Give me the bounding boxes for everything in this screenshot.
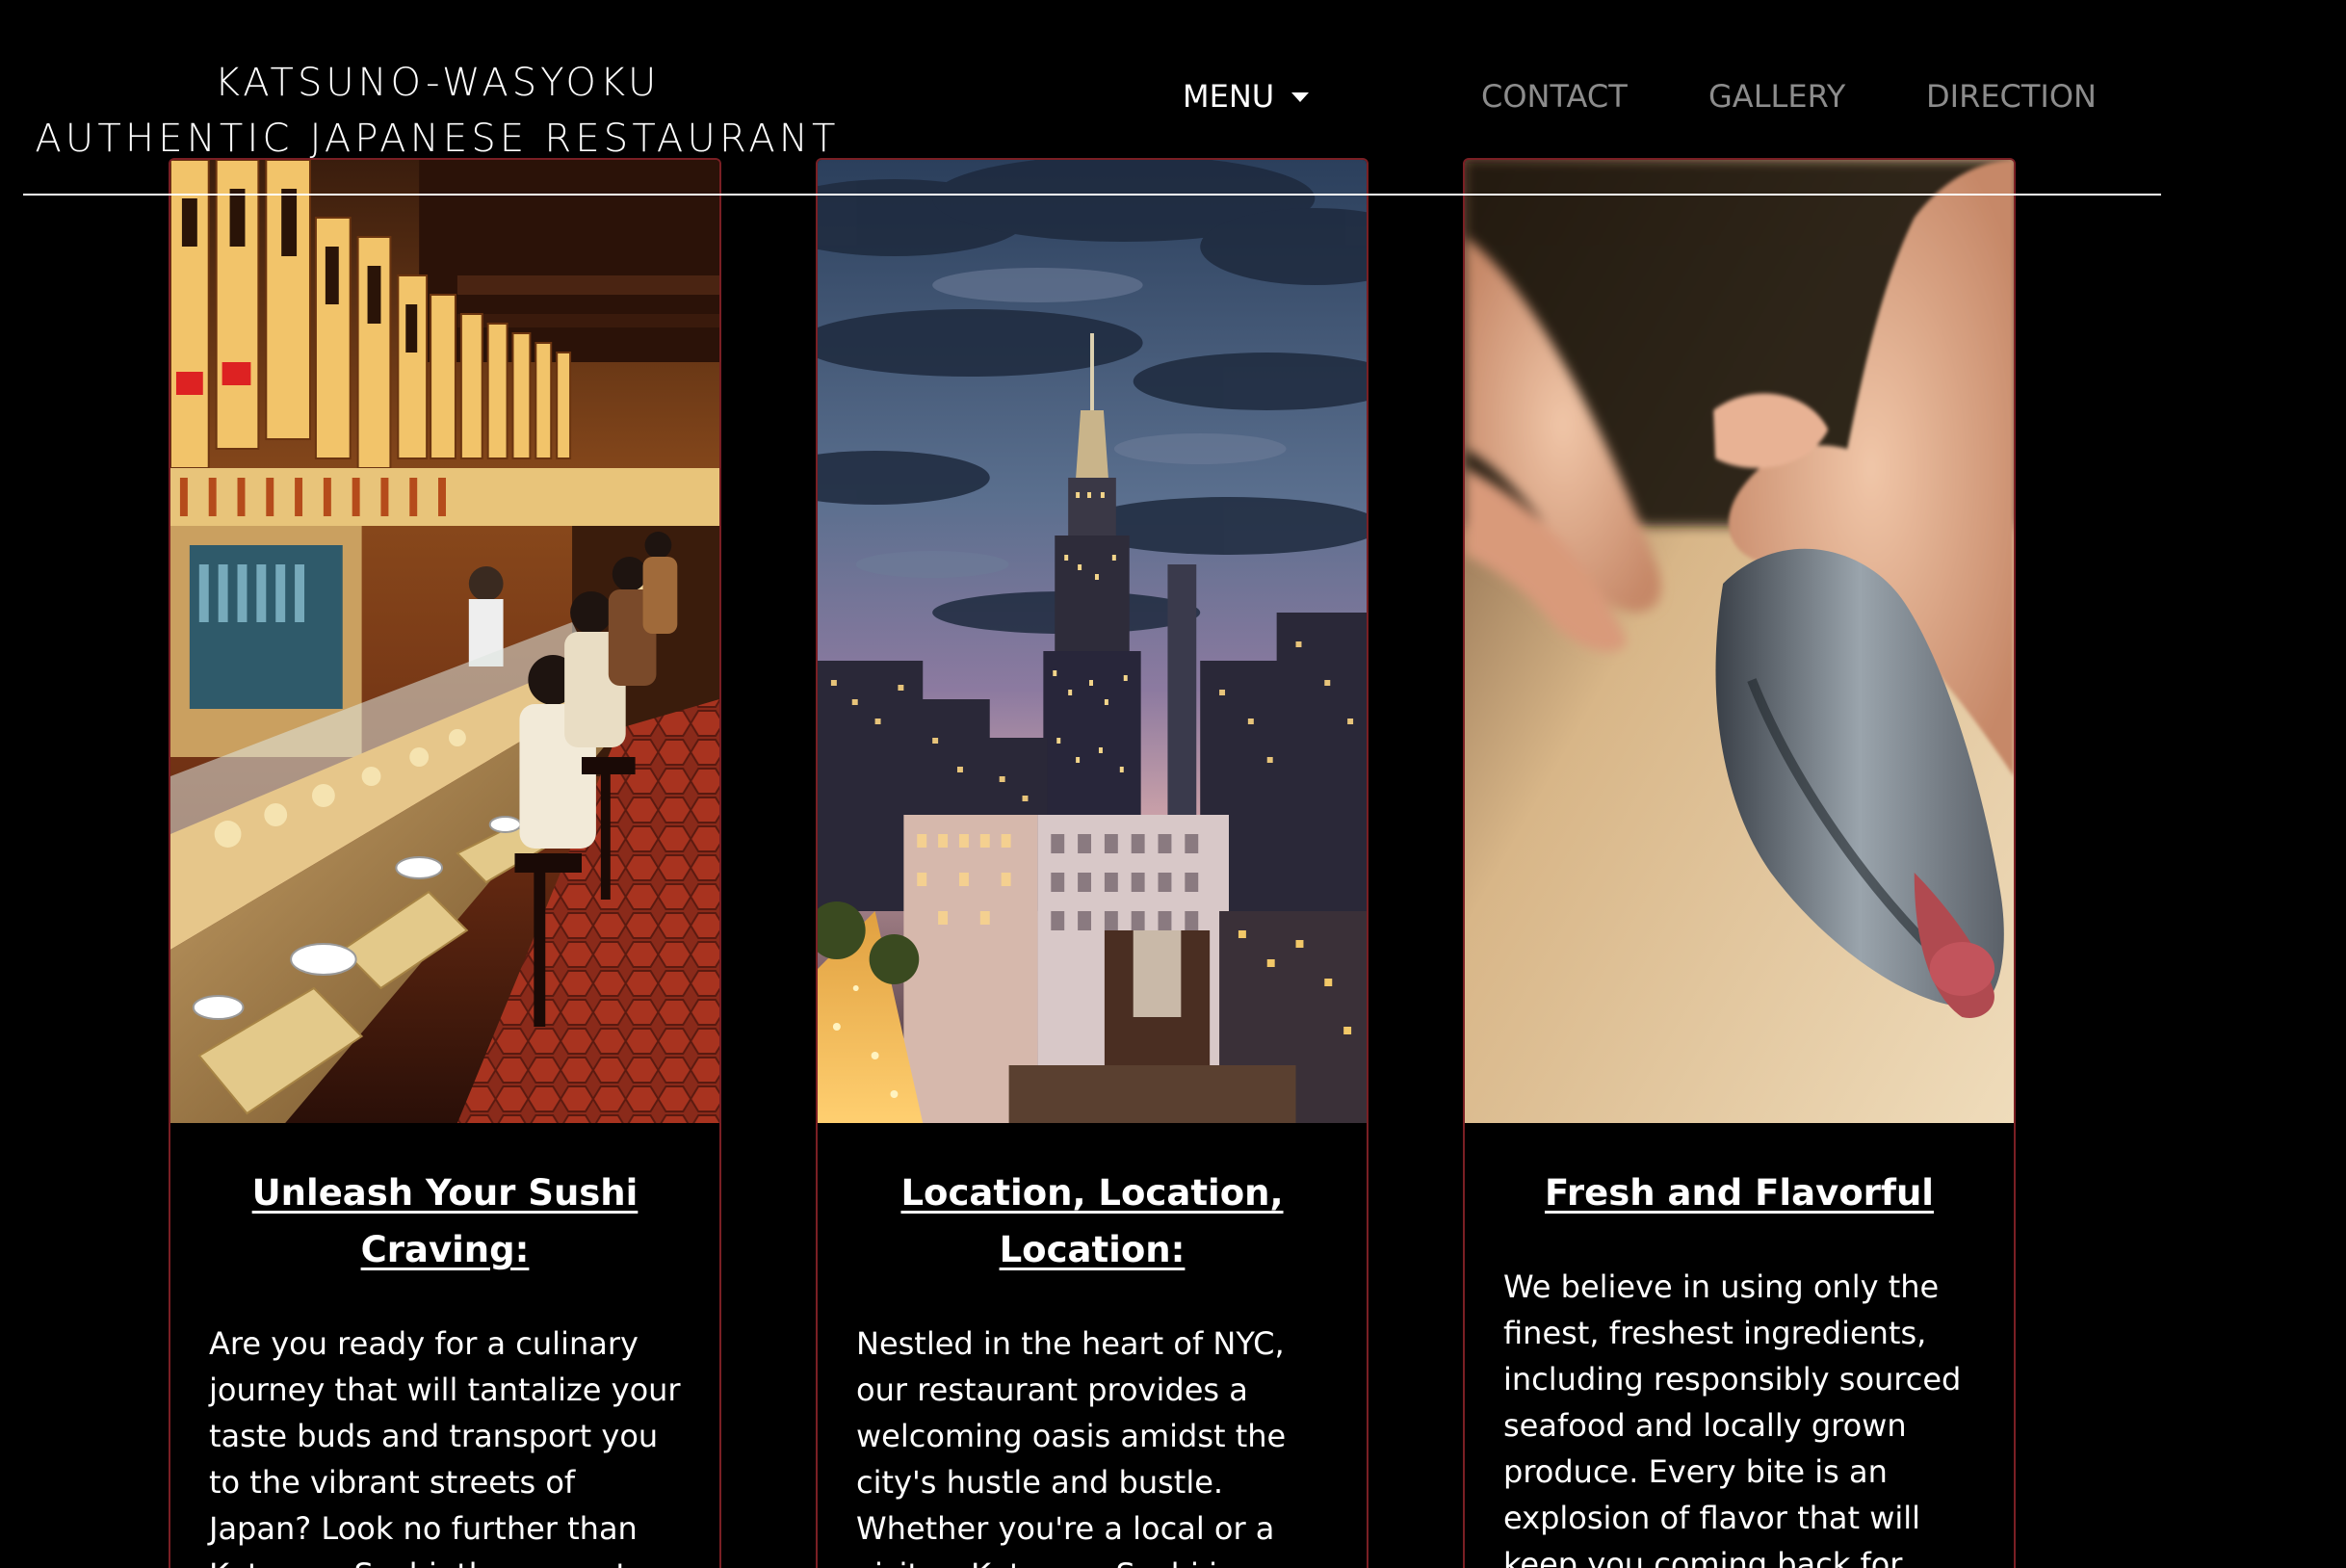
card-description: Nestled in the heart of NYC, our restaur… — [856, 1325, 1287, 1568]
card-body: Location, Location, Location: Nestled in… — [818, 1164, 1367, 1568]
sushi-bar-image — [170, 160, 719, 1123]
nyc-skyline-illustration — [818, 160, 1367, 1123]
sushi-bar-illustration — [170, 160, 719, 1123]
nav-menu-label: MENU — [1183, 78, 1275, 115]
nav-direction-link[interactable]: DIRECTION — [1926, 73, 2097, 119]
card-description: We believe in using only the finest, fre… — [1503, 1268, 1962, 1568]
nav-menu-dropdown[interactable]: MENU — [1183, 73, 1310, 119]
card-location: Location, Location, Location: Nestled in… — [816, 158, 1368, 1568]
card-description: Are you ready for a culinary journey tha… — [209, 1325, 681, 1568]
card-body: Unleash Your Sushi Craving: Are you read… — [170, 1164, 719, 1568]
nyc-skyline-image — [818, 160, 1367, 1123]
chef-fish-illustration — [1465, 160, 2014, 1123]
card-body: Fresh and Flavorful We believe in using … — [1465, 1164, 2014, 1568]
nav-gallery-link[interactable]: GALLERY — [1708, 73, 1845, 119]
chef-fish-image — [1465, 160, 2014, 1123]
card-title-link[interactable]: Unleash Your Sushi Craving: — [209, 1164, 681, 1278]
brand-name: KATSUNO-WASYOKU — [214, 61, 661, 105]
brand-tagline: AUTHENTIC JAPANESE RESTAURANT — [35, 117, 840, 161]
nav-contact-link[interactable]: CONTACT — [1481, 73, 1628, 119]
brand-logo-link[interactable]: KATSUNO-WASYOKU AUTHENTIC JAPANESE RESTA… — [23, 56, 851, 168]
card-title-link[interactable]: Location, Location, Location: — [856, 1164, 1328, 1278]
page: Unleash Your Sushi Craving: Are you read… — [0, 0, 2346, 1568]
card-sushi-craving: Unleash Your Sushi Craving: Are you read… — [169, 158, 721, 1568]
card-fresh-flavorful: Fresh and Flavorful We believe in using … — [1463, 158, 2016, 1568]
caret-down-icon — [1291, 92, 1310, 102]
card-title-link[interactable]: Fresh and Flavorful — [1503, 1164, 1975, 1221]
